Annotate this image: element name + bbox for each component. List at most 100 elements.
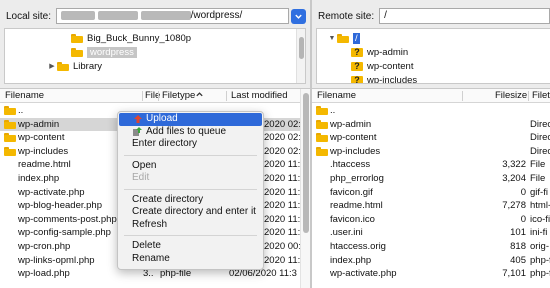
local-column-headers: Filename File Filetype Last modified xyxy=(0,89,310,103)
tree-item[interactable]: wordpress xyxy=(5,45,305,59)
context-menu: Upload Add files to queue Enter directory O… xyxy=(117,111,264,270)
column-filesize[interactable]: Filesize xyxy=(495,90,527,101)
file-size: 818 xyxy=(510,240,526,252)
file-row[interactable]: wp-content Direc xyxy=(312,131,550,145)
menu-item-label: Open xyxy=(132,159,157,171)
local-site-dropdown-button[interactable] xyxy=(291,8,306,24)
file-name: wp-activate.php xyxy=(18,186,85,198)
local-path-suffix: /wordpress/ xyxy=(190,10,243,21)
question-mark-glyph: ? xyxy=(354,61,360,71)
menu-item-label: Rename xyxy=(132,252,170,264)
menu-item-create-directory[interactable]: Create directory xyxy=(118,194,263,207)
file-row[interactable]: index.php 405 php-fi xyxy=(312,254,550,268)
file-name: readme.html xyxy=(18,159,71,171)
column-filename[interactable]: Filename xyxy=(317,90,356,101)
local-list-scrollbar[interactable] xyxy=(300,89,310,288)
scroll-thumb[interactable] xyxy=(299,37,304,59)
tree-item[interactable]: ? wp-admin xyxy=(317,45,550,59)
file-row[interactable]: php_errorlog 3,204 File xyxy=(312,172,550,186)
file-name: wp-activate.php xyxy=(330,268,397,280)
column-separator[interactable] xyxy=(528,91,529,101)
file-name: wp-includes xyxy=(330,145,381,157)
folder-icon xyxy=(4,133,16,143)
local-directory-tree[interactable]: ▶ Library wordpress Big_Buck_Bunny_1080p xyxy=(4,28,306,84)
menu-separator xyxy=(124,188,257,190)
column-separator[interactable] xyxy=(158,91,159,101)
tree-item[interactable]: ▼ / xyxy=(317,31,550,45)
file-row[interactable]: favicon.gif 0 gif-fi xyxy=(312,186,550,200)
tree-item-label: wordpress xyxy=(87,46,137,58)
folder-icon xyxy=(4,106,16,115)
file-row[interactable]: favicon.ico 0 ico-fi xyxy=(312,213,550,227)
remote-file-list[interactable]: Filename Filesize Filet .. wp-admin Direc w… xyxy=(312,88,550,288)
file-row[interactable]: .htaccess 3,322 File xyxy=(312,158,550,172)
column-separator[interactable] xyxy=(142,91,143,101)
file-name: .user.ini xyxy=(330,227,363,239)
column-separator[interactable] xyxy=(462,91,463,101)
remote-column-headers: Filename Filesize Filet xyxy=(312,89,550,103)
folder-icon xyxy=(71,33,83,43)
file-name: .htaccess xyxy=(330,159,371,171)
tree-item[interactable]: ? wp-includes xyxy=(317,73,550,84)
file-row[interactable]: .user.ini 101 ini-fi xyxy=(312,226,550,240)
menu-item-add-files-to-queue[interactable]: Add files to queue xyxy=(118,126,263,139)
unknown-folder-icon: ? xyxy=(351,46,363,58)
file-row[interactable]: wp-activate.php 7,101 php-fi xyxy=(312,267,550,281)
tree-scrollbar[interactable] xyxy=(296,29,305,83)
file-name: wp-content xyxy=(18,132,65,144)
redacted-path-segment xyxy=(61,10,96,20)
redacted-path-segment xyxy=(97,10,138,20)
question-mark-glyph: ? xyxy=(354,47,360,57)
file-row[interactable]: wp-admin Direc xyxy=(312,118,550,132)
sort-chevron-up-icon[interactable] xyxy=(195,90,204,102)
menu-item-open[interactable]: Open xyxy=(118,160,263,173)
column-last-modified[interactable]: Last modified xyxy=(231,90,288,101)
file-name: wp-cron.php xyxy=(18,240,71,252)
file-name: .. xyxy=(330,105,336,116)
file-name: favicon.gif xyxy=(330,186,373,198)
folder-icon xyxy=(316,106,328,115)
local-site-path-input[interactable]: /wordpress/ xyxy=(56,8,289,24)
tree-item[interactable]: ▶ Library xyxy=(5,59,305,73)
file-row[interactable]: htaccess.orig 818 orig- xyxy=(312,240,550,254)
folder-icon xyxy=(4,119,16,129)
tree-item[interactable]: ? wp-content xyxy=(317,59,550,73)
file-size: 7,101 xyxy=(502,268,526,280)
folder-icon xyxy=(316,146,328,156)
tree-item[interactable]: Big_Buck_Bunny_1080p xyxy=(5,31,305,45)
menu-item-enter-directory[interactable]: Enter directory xyxy=(118,138,263,151)
remote-directory-tree[interactable]: ▼ /? wp-admin? wp-content? wp-includes xyxy=(316,28,550,84)
local-site-bar: Local site: /wordpress/ xyxy=(0,7,310,25)
menu-item-label: Enter directory xyxy=(132,138,198,149)
menu-item-upload[interactable]: Upload xyxy=(119,113,262,126)
remote-site-path-input[interactable]: / xyxy=(379,8,550,24)
menu-item-refresh[interactable]: Refresh xyxy=(118,219,263,232)
column-filename[interactable]: Filename xyxy=(5,90,44,101)
file-type: orig- xyxy=(530,240,550,252)
file-size: 7,278 xyxy=(502,200,526,212)
menu-item-rename[interactable]: Rename xyxy=(118,253,263,266)
column-filetype[interactable]: Filet xyxy=(532,90,550,101)
scroll-thumb[interactable] xyxy=(303,93,309,233)
menu-item-label: Add files to queue xyxy=(146,125,227,137)
menu-item-create-directory-and-enter-it[interactable]: Create directory and enter it xyxy=(118,206,263,219)
file-row[interactable]: .. xyxy=(312,104,550,118)
file-type: File xyxy=(530,159,546,171)
menu-item-delete[interactable]: Delete xyxy=(118,240,263,253)
column-separator[interactable] xyxy=(226,91,227,101)
disclosure-triangle-down-icon[interactable]: ▼ xyxy=(327,35,337,42)
tree-item-label: wp-includes xyxy=(367,74,418,84)
folder-icon xyxy=(316,119,328,129)
column-filetype[interactable]: Filetype xyxy=(162,90,195,101)
file-type: Direc xyxy=(530,132,550,144)
menu-item-label: Create directory xyxy=(132,193,204,205)
menu-item-edit: Edit xyxy=(118,172,263,185)
tree-item-label: Big_Buck_Bunny_1080p xyxy=(87,32,192,44)
remote-file-rows: .. wp-admin Direc wp-content Direc wp-include… xyxy=(312,104,550,281)
file-row[interactable]: readme.html 7,278 html- xyxy=(312,199,550,213)
file-name: wp-admin xyxy=(330,118,372,130)
file-name: wp-admin xyxy=(18,118,60,130)
disclosure-triangle-icon[interactable]: ▶ xyxy=(47,62,57,70)
chevron-down-icon xyxy=(295,14,302,19)
file-row[interactable]: wp-includes Direc xyxy=(312,145,550,159)
